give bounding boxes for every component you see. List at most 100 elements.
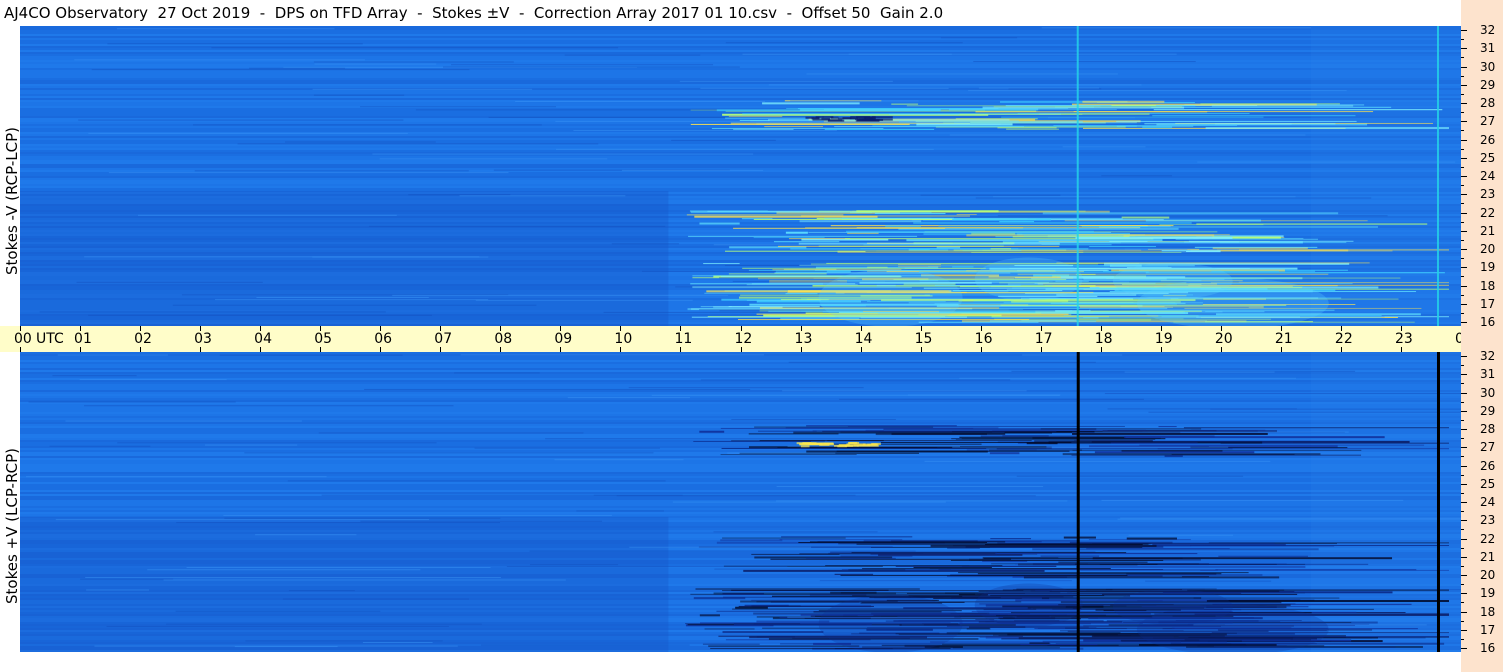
frequency-tick-label: 30 xyxy=(1480,385,1496,400)
frequency-tick-label: 31 xyxy=(1480,367,1496,382)
frequency-minor-tick xyxy=(1461,112,1464,114)
frequency-tick-label: 19 xyxy=(1480,586,1496,601)
frequency-tick xyxy=(1461,121,1467,123)
frequency-minor-tick xyxy=(1461,547,1464,549)
time-tick-label: 10 xyxy=(614,331,633,347)
frequency-tick xyxy=(1461,176,1467,177)
frequency-tick-label: 29 xyxy=(1480,403,1496,418)
time-tick-label: 07 xyxy=(434,331,453,347)
time-tick xyxy=(260,347,262,352)
chart-title: AJ4CO Observatory 27 Oct 2019 - DPS on T… xyxy=(4,4,944,22)
frequency-minor-tick xyxy=(1461,383,1464,385)
frequency-minor-tick xyxy=(1461,203,1464,205)
spectrogram-texture xyxy=(20,26,1461,326)
time-axis: 00 01 02 03 04 05 06 07 08 09 10 11 12 13 14 15 16 17 18 19… xyxy=(0,326,1503,352)
frequency-minor-tick xyxy=(1461,148,1464,150)
time-tick-label: 20 xyxy=(1214,331,1233,347)
frequency-tick xyxy=(1461,66,1467,68)
time-tick xyxy=(800,347,802,352)
frequency-minor-tick xyxy=(1461,93,1464,95)
frequency-tick xyxy=(1461,593,1467,595)
frequency-minor-tick xyxy=(1461,456,1464,458)
frequency-minor-tick xyxy=(1461,294,1464,296)
frequency-tick xyxy=(1461,648,1467,649)
frequency-minor-tick xyxy=(1461,166,1464,168)
frequency-tick-label: 18 xyxy=(1480,278,1496,293)
time-tick xyxy=(1340,347,1342,352)
time-tick-label: 14 xyxy=(854,331,873,347)
frequency-tick xyxy=(1461,429,1467,430)
frequency-tick xyxy=(1461,322,1467,323)
frequency-tick xyxy=(1461,465,1467,467)
stokes-plus-v-spectrogram xyxy=(20,352,1461,652)
time-tick-label: 00 xyxy=(14,331,32,347)
frequency-tick xyxy=(1461,520,1467,522)
frequency-tick-label: 29 xyxy=(1480,77,1496,92)
frequency-tick-label: 32 xyxy=(1480,349,1496,363)
frequency-tick-label: 20 xyxy=(1480,568,1496,582)
frequency-tick-label: 16 xyxy=(1480,315,1496,329)
frequency-minor-tick xyxy=(1461,312,1464,314)
time-tick-label: 11 xyxy=(674,331,693,347)
frequency-tick-label: 25 xyxy=(1480,476,1496,491)
frequency-tick-label: 27 xyxy=(1480,440,1496,455)
time-tick-label: 13 xyxy=(794,331,813,347)
frequency-tick xyxy=(1461,410,1467,412)
frequency-tick xyxy=(1461,103,1467,104)
time-tick xyxy=(500,347,502,352)
frequency-tick xyxy=(1461,303,1467,305)
spectrogram-texture xyxy=(20,352,1461,652)
frequency-tick xyxy=(1461,556,1467,558)
frequency-tick-label: 17 xyxy=(1480,622,1496,637)
frequency-tick xyxy=(1461,374,1467,376)
frequency-minor-tick xyxy=(1461,511,1464,513)
frequency-minor-tick xyxy=(1461,492,1464,494)
frequency-tick-label: 21 xyxy=(1480,223,1496,238)
frequency-tick-label: 26 xyxy=(1480,132,1496,147)
time-tick-label: 22 xyxy=(1334,331,1353,347)
time-tick xyxy=(560,347,562,352)
time-tick xyxy=(920,347,922,352)
frequency-tick-label: 25 xyxy=(1480,150,1496,165)
time-tick-label: 03 xyxy=(194,331,212,347)
frequency-minor-tick xyxy=(1461,638,1464,640)
frequency-tick xyxy=(1461,392,1467,394)
time-tick-label: 08 xyxy=(494,331,513,347)
time-unit-label: UTC xyxy=(36,331,64,347)
frequency-tick xyxy=(1461,356,1467,357)
bottom-panel-ylabel: Stokes +V (LCP-RCP) xyxy=(3,448,21,604)
frequency-tick xyxy=(1461,230,1467,232)
frequency-minor-tick xyxy=(1461,620,1464,622)
time-tick xyxy=(1400,347,1402,352)
frequency-minor-tick xyxy=(1461,602,1464,604)
frequency-tick-label: 23 xyxy=(1480,187,1496,202)
frequency-tick xyxy=(1461,483,1467,485)
frequency-tick-label: 24 xyxy=(1480,495,1496,509)
frequency-tick-label: 19 xyxy=(1480,260,1496,275)
frequency-tick-label: 22 xyxy=(1480,205,1496,220)
frequency-tick xyxy=(1461,249,1467,250)
stokes-minus-v-spectrogram xyxy=(20,26,1461,326)
time-tick-label: 04 xyxy=(254,331,272,347)
frequency-tick xyxy=(1461,538,1467,540)
frequency-tick-label: 20 xyxy=(1480,242,1496,256)
time-tick xyxy=(140,347,142,352)
frequency-minor-tick xyxy=(1461,401,1464,403)
frequency-minor-tick xyxy=(1461,57,1464,59)
time-tick xyxy=(680,347,682,352)
time-tick-label: 02 xyxy=(134,331,152,347)
frequency-tick xyxy=(1461,267,1467,269)
time-tick xyxy=(1100,347,1102,352)
frequency-tick-label: 27 xyxy=(1480,114,1496,129)
time-tick-label: 12 xyxy=(734,331,753,347)
frequency-tick-label: 24 xyxy=(1480,169,1496,183)
frequency-tick xyxy=(1461,447,1467,449)
frequency-minor-tick xyxy=(1461,584,1464,586)
frequency-tick-label: 18 xyxy=(1480,604,1496,619)
top-panel-ylabel: Stokes -V (RCP-LCP) xyxy=(3,127,21,275)
frequency-minor-tick xyxy=(1461,221,1464,223)
frequency-minor-tick xyxy=(1461,39,1464,41)
time-tick-label: 01 xyxy=(74,331,92,347)
frequency-tick-label: 26 xyxy=(1480,458,1496,473)
frequency-minor-tick xyxy=(1461,258,1464,260)
